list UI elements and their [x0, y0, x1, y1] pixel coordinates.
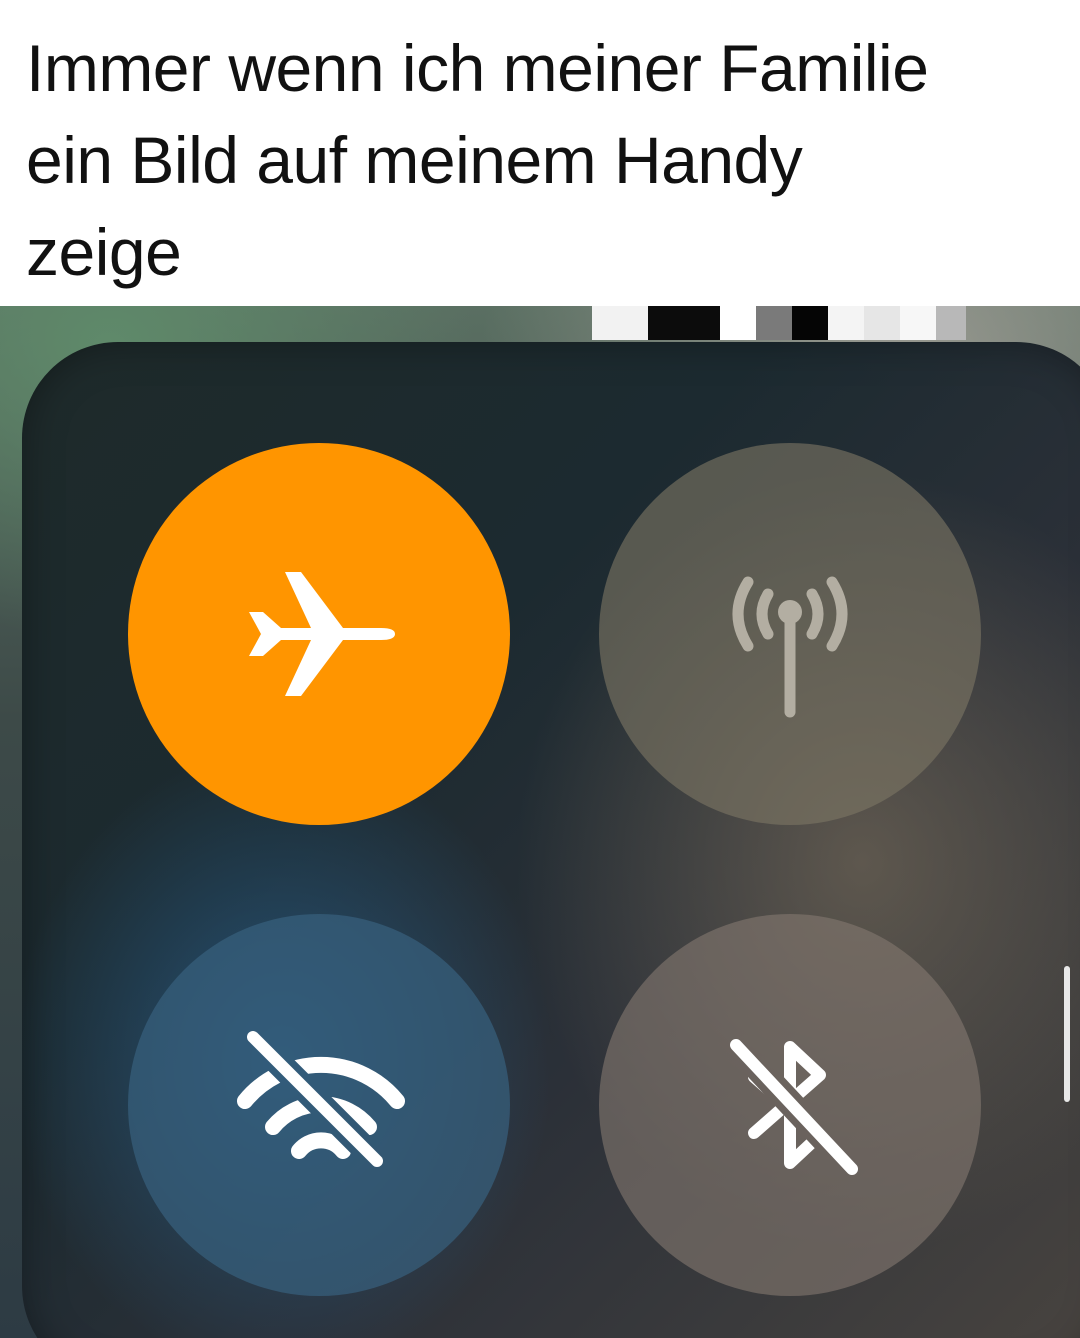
scroll-indicator[interactable] [1064, 966, 1070, 1102]
airplane-icon [239, 554, 399, 714]
control-center-screenshot [0, 306, 1080, 1338]
wifi-off-icon [229, 1015, 409, 1195]
cellular-data-toggle[interactable] [599, 443, 981, 825]
airplane-mode-toggle[interactable] [128, 443, 510, 825]
meme-caption-text: Immer wenn ich meiner Familie ein Bild a… [26, 31, 929, 289]
cellular-antenna-icon [700, 544, 880, 724]
bluetooth-toggle[interactable] [599, 914, 981, 1296]
bluetooth-off-icon [700, 1015, 880, 1195]
meme-caption-area: Immer wenn ich meiner Familie ein Bild a… [0, 0, 1080, 306]
wifi-toggle[interactable] [128, 914, 510, 1296]
